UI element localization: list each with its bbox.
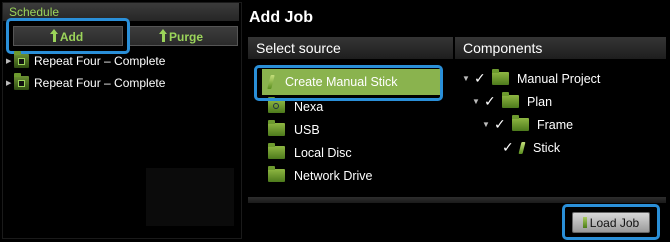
source-item-label: Create Manual Stick <box>285 75 398 89</box>
stick-icon <box>582 217 587 228</box>
schedule-folder-icon <box>14 51 29 68</box>
expand-caret-icon[interactable]: ▶ <box>6 57 14 65</box>
schedule-item[interactable]: ▶ Repeat Four – Complete <box>6 50 165 72</box>
tree-item-label: Plan <box>527 94 553 109</box>
tree-item-stick[interactable]: ✓ Stick <box>462 136 600 159</box>
load-job-label: Load Job <box>589 216 640 230</box>
source-item-nexa[interactable]: Nexa <box>260 95 440 118</box>
purge-button-label: Purge <box>168 30 203 44</box>
purge-button[interactable]: Purge <box>127 26 238 46</box>
schedule-list: ▶ Repeat Four – Complete ▶ Repeat Four –… <box>6 50 165 94</box>
tree-item-label: Stick <box>533 140 561 155</box>
stick-icon <box>267 75 275 89</box>
add-button-label: Add <box>59 30 84 44</box>
folder-icon <box>502 92 519 108</box>
up-arrow-icon <box>49 29 58 42</box>
folder-icon <box>268 143 285 159</box>
tree-item-label: Frame <box>537 117 574 132</box>
schedule-item-label: Repeat Four – Complete <box>34 54 166 68</box>
check-icon[interactable]: ✓ <box>494 116 508 133</box>
schedule-header: Schedule <box>3 3 239 21</box>
tree-item-frame[interactable]: ▼ ✓ Frame <box>462 113 600 136</box>
source-list: Create Manual Stick Nexa USB Local Disc … <box>260 69 440 187</box>
schedule-item-label: Repeat Four – Complete <box>34 76 166 90</box>
source-item-network-drive[interactable]: Network Drive <box>260 164 440 187</box>
collapse-caret-icon[interactable]: ▼ <box>462 74 474 83</box>
collapse-caret-icon[interactable]: ▼ <box>472 97 484 106</box>
source-item-create-manual-stick[interactable]: Create Manual Stick <box>262 69 440 95</box>
folder-icon <box>268 166 285 182</box>
page-title: Add Job <box>249 9 313 26</box>
schedule-folder-icon <box>14 73 29 90</box>
up-arrow-icon <box>158 29 167 42</box>
app-window: Schedule Add Purge ▶ Repeat Four – Compl… <box>0 0 670 242</box>
components-tree: ▼ ✓ Manual Project ▼ ✓ Plan ▼ ✓ Frame ✓ … <box>462 67 600 159</box>
source-item-usb[interactable]: USB <box>260 118 440 141</box>
source-item-label: USB <box>294 122 320 137</box>
collapse-caret-icon[interactable]: ▼ <box>482 120 494 129</box>
check-icon[interactable]: ✓ <box>484 93 498 110</box>
nexa-folder-icon <box>268 97 285 113</box>
schedule-item[interactable]: ▶ Repeat Four – Complete <box>6 72 165 94</box>
add-job-panel: Add Job Select source Components Create … <box>244 2 668 240</box>
source-item-label: Local Disc <box>294 145 352 160</box>
source-item-label: Network Drive <box>294 168 373 183</box>
source-item-local-disc[interactable]: Local Disc <box>260 141 440 164</box>
stick-icon <box>518 141 526 154</box>
tree-item-manual-project[interactable]: ▼ ✓ Manual Project <box>462 67 600 90</box>
check-icon[interactable]: ✓ <box>474 70 488 87</box>
expand-caret-icon[interactable]: ▶ <box>6 79 14 87</box>
source-item-label: Nexa <box>294 99 324 114</box>
load-job-button[interactable]: Load Job <box>572 212 650 233</box>
components-header: Components <box>455 37 666 59</box>
select-source-header: Select source <box>248 37 453 59</box>
add-button[interactable]: Add <box>13 26 123 46</box>
tree-item-plan[interactable]: ▼ ✓ Plan <box>462 90 600 113</box>
folder-icon <box>492 69 509 85</box>
empty-area <box>146 168 234 226</box>
check-icon[interactable]: ✓ <box>502 139 516 156</box>
folder-icon <box>268 120 285 136</box>
tree-item-label: Manual Project <box>517 71 601 86</box>
folder-icon <box>512 115 529 131</box>
bottom-divider <box>248 197 666 203</box>
